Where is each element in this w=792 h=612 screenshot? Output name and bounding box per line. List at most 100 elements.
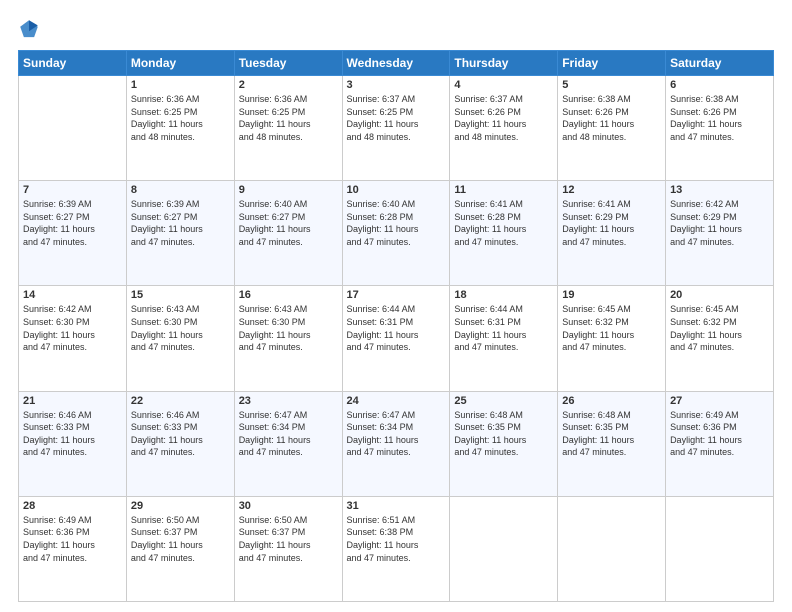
- day-number: 11: [454, 184, 553, 196]
- cell-info: Sunrise: 6:36 AM Sunset: 6:25 PM Dayligh…: [239, 93, 338, 143]
- cell-info: Sunrise: 6:49 AM Sunset: 6:36 PM Dayligh…: [670, 409, 769, 459]
- calendar-cell: 15 Sunrise: 6:43 AM Sunset: 6:30 PM Dayli…: [126, 286, 234, 391]
- day-number: 22: [131, 395, 230, 407]
- calendar-cell: 9 Sunrise: 6:40 AM Sunset: 6:27 PM Daylig…: [234, 181, 342, 286]
- calendar-cell: [19, 76, 127, 181]
- cell-info: Sunrise: 6:44 AM Sunset: 6:31 PM Dayligh…: [347, 303, 446, 353]
- cell-info: Sunrise: 6:50 AM Sunset: 6:37 PM Dayligh…: [131, 514, 230, 564]
- weekday-header-friday: Friday: [558, 51, 666, 76]
- day-number: 21: [23, 395, 122, 407]
- calendar-cell: [450, 496, 558, 601]
- calendar-cell: 31 Sunrise: 6:51 AM Sunset: 6:38 PM Dayli…: [342, 496, 450, 601]
- cell-info: Sunrise: 6:48 AM Sunset: 6:35 PM Dayligh…: [562, 409, 661, 459]
- day-number: 9: [239, 184, 338, 196]
- logo: [18, 18, 44, 40]
- calendar-cell: 29 Sunrise: 6:50 AM Sunset: 6:37 PM Dayli…: [126, 496, 234, 601]
- day-number: 23: [239, 395, 338, 407]
- calendar-cell: 6 Sunrise: 6:38 AM Sunset: 6:26 PM Daylig…: [666, 76, 774, 181]
- day-number: 13: [670, 184, 769, 196]
- calendar-cell: 20 Sunrise: 6:45 AM Sunset: 6:32 PM Dayli…: [666, 286, 774, 391]
- day-number: 17: [347, 289, 446, 301]
- day-number: 16: [239, 289, 338, 301]
- weekday-header-tuesday: Tuesday: [234, 51, 342, 76]
- cell-info: Sunrise: 6:39 AM Sunset: 6:27 PM Dayligh…: [23, 198, 122, 248]
- cell-info: Sunrise: 6:44 AM Sunset: 6:31 PM Dayligh…: [454, 303, 553, 353]
- day-number: 24: [347, 395, 446, 407]
- cell-info: Sunrise: 6:45 AM Sunset: 6:32 PM Dayligh…: [670, 303, 769, 353]
- calendar-cell: 23 Sunrise: 6:47 AM Sunset: 6:34 PM Dayli…: [234, 391, 342, 496]
- day-number: 26: [562, 395, 661, 407]
- calendar-cell: 26 Sunrise: 6:48 AM Sunset: 6:35 PM Dayli…: [558, 391, 666, 496]
- day-number: 27: [670, 395, 769, 407]
- cell-info: Sunrise: 6:36 AM Sunset: 6:25 PM Dayligh…: [131, 93, 230, 143]
- day-number: 19: [562, 289, 661, 301]
- day-number: 1: [131, 79, 230, 91]
- cell-info: Sunrise: 6:46 AM Sunset: 6:33 PM Dayligh…: [131, 409, 230, 459]
- header: [18, 18, 774, 40]
- cell-info: Sunrise: 6:39 AM Sunset: 6:27 PM Dayligh…: [131, 198, 230, 248]
- calendar-cell: 10Sunrise: 6:40 AM Sunset: 6:28 PM Dayli…: [342, 181, 450, 286]
- calendar-cell: 25 Sunrise: 6:48 AM Sunset: 6:35 PM Dayli…: [450, 391, 558, 496]
- cell-info: Sunrise: 6:41 AM Sunset: 6:28 PM Dayligh…: [454, 198, 553, 248]
- cell-info: Sunrise: 6:42 AM Sunset: 6:29 PM Dayligh…: [670, 198, 769, 248]
- cell-info: Sunrise: 6:42 AM Sunset: 6:30 PM Dayligh…: [23, 303, 122, 353]
- day-number: 3: [347, 79, 446, 91]
- cell-info: Sunrise: 6:38 AM Sunset: 6:26 PM Dayligh…: [562, 93, 661, 143]
- calendar-cell: 12 Sunrise: 6:41 AM Sunset: 6:29 PM Dayli…: [558, 181, 666, 286]
- weekday-header-sunday: Sunday: [19, 51, 127, 76]
- calendar-cell: 18 Sunrise: 6:44 AM Sunset: 6:31 PM Dayli…: [450, 286, 558, 391]
- day-number: 29: [131, 500, 230, 512]
- day-number: 2: [239, 79, 338, 91]
- cell-info: Sunrise: 6:46 AM Sunset: 6:33 PM Dayligh…: [23, 409, 122, 459]
- cell-info: Sunrise: 6:37 AM Sunset: 6:26 PM Dayligh…: [454, 93, 553, 143]
- calendar-cell: [666, 496, 774, 601]
- cell-info: Sunrise: 6:43 AM Sunset: 6:30 PM Dayligh…: [131, 303, 230, 353]
- cell-info: Sunrise: 6:45 AM Sunset: 6:32 PM Dayligh…: [562, 303, 661, 353]
- calendar-cell: 19 Sunrise: 6:45 AM Sunset: 6:32 PM Dayli…: [558, 286, 666, 391]
- calendar-cell: 14 Sunrise: 6:42 AM Sunset: 6:30 PM Dayli…: [19, 286, 127, 391]
- calendar-cell: 13 Sunrise: 6:42 AM Sunset: 6:29 PM Dayli…: [666, 181, 774, 286]
- day-number: 12: [562, 184, 661, 196]
- calendar-cell: 24 Sunrise: 6:47 AM Sunset: 6:34 PM Dayli…: [342, 391, 450, 496]
- weekday-header-saturday: Saturday: [666, 51, 774, 76]
- cell-info: Sunrise: 6:38 AM Sunset: 6:26 PM Dayligh…: [670, 93, 769, 143]
- day-number: 14: [23, 289, 122, 301]
- calendar-cell: 2 Sunrise: 6:36 AM Sunset: 6:25 PM Daylig…: [234, 76, 342, 181]
- calendar-cell: 8Sunrise: 6:39 AM Sunset: 6:27 PM Daylig…: [126, 181, 234, 286]
- weekday-header-wednesday: Wednesday: [342, 51, 450, 76]
- cell-info: Sunrise: 6:48 AM Sunset: 6:35 PM Dayligh…: [454, 409, 553, 459]
- day-number: 7: [23, 184, 122, 196]
- calendar-cell: 27 Sunrise: 6:49 AM Sunset: 6:36 PM Dayli…: [666, 391, 774, 496]
- calendar-cell: 4 Sunrise: 6:37 AM Sunset: 6:26 PM Daylig…: [450, 76, 558, 181]
- calendar-cell: 11 Sunrise: 6:41 AM Sunset: 6:28 PM Dayli…: [450, 181, 558, 286]
- cell-info: Sunrise: 6:49 AM Sunset: 6:36 PM Dayligh…: [23, 514, 122, 564]
- day-number: 18: [454, 289, 553, 301]
- weekday-header-monday: Monday: [126, 51, 234, 76]
- calendar-cell: 22 Sunrise: 6:46 AM Sunset: 6:33 PM Dayli…: [126, 391, 234, 496]
- day-number: 6: [670, 79, 769, 91]
- cell-info: Sunrise: 6:50 AM Sunset: 6:37 PM Dayligh…: [239, 514, 338, 564]
- cell-info: Sunrise: 6:51 AM Sunset: 6:38 PM Dayligh…: [347, 514, 446, 564]
- day-number: 20: [670, 289, 769, 301]
- day-number: 28: [23, 500, 122, 512]
- cell-info: Sunrise: 6:40 AM Sunset: 6:27 PM Dayligh…: [239, 198, 338, 248]
- calendar-cell: 16 Sunrise: 6:43 AM Sunset: 6:30 PM Dayli…: [234, 286, 342, 391]
- calendar-cell: 21 Sunrise: 6:46 AM Sunset: 6:33 PM Dayli…: [19, 391, 127, 496]
- cell-info: Sunrise: 6:41 AM Sunset: 6:29 PM Dayligh…: [562, 198, 661, 248]
- day-number: 31: [347, 500, 446, 512]
- calendar-cell: 17 Sunrise: 6:44 AM Sunset: 6:31 PM Dayli…: [342, 286, 450, 391]
- cell-info: Sunrise: 6:47 AM Sunset: 6:34 PM Dayligh…: [239, 409, 338, 459]
- day-number: 15: [131, 289, 230, 301]
- cell-info: Sunrise: 6:47 AM Sunset: 6:34 PM Dayligh…: [347, 409, 446, 459]
- calendar-cell: 28 Sunrise: 6:49 AM Sunset: 6:36 PM Dayli…: [19, 496, 127, 601]
- weekday-header-thursday: Thursday: [450, 51, 558, 76]
- day-number: 4: [454, 79, 553, 91]
- cell-info: Sunrise: 6:43 AM Sunset: 6:30 PM Dayligh…: [239, 303, 338, 353]
- calendar-cell: 5 Sunrise: 6:38 AM Sunset: 6:26 PM Daylig…: [558, 76, 666, 181]
- calendar-cell: 7 Sunrise: 6:39 AM Sunset: 6:27 PM Daylig…: [19, 181, 127, 286]
- day-number: 25: [454, 395, 553, 407]
- day-number: 30: [239, 500, 338, 512]
- day-number: 5: [562, 79, 661, 91]
- logo-icon: [18, 18, 40, 40]
- calendar-cell: 3Sunrise: 6:37 AM Sunset: 6:25 PM Daylig…: [342, 76, 450, 181]
